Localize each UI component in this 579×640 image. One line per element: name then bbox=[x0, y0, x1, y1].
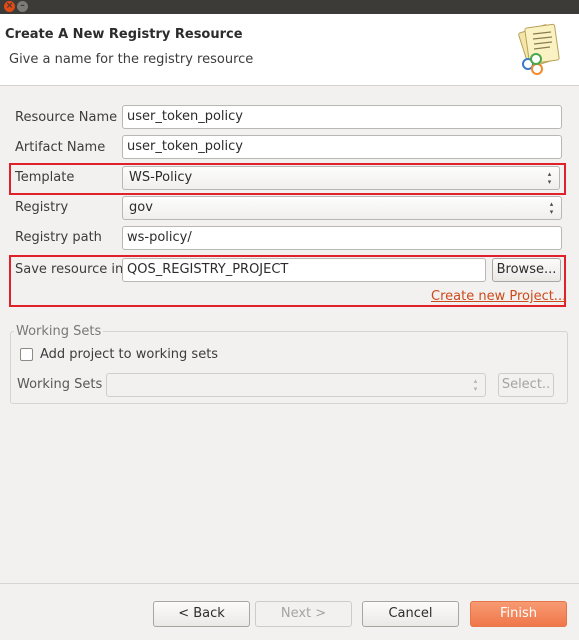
registry-path-label: Registry path bbox=[15, 230, 102, 245]
template-select[interactable]: WS-Policy ▴ ▾ bbox=[122, 166, 560, 190]
back-button[interactable]: < Back bbox=[153, 601, 250, 627]
select-working-sets-button[interactable]: Select.. bbox=[498, 373, 554, 397]
working-sets-group-title: Working Sets bbox=[14, 324, 104, 339]
page-description: Give a name for the registry resource bbox=[9, 52, 254, 67]
browse-button[interactable]: Browse... bbox=[492, 258, 561, 282]
working-sets-label: Working Sets bbox=[17, 377, 103, 392]
updown-arrows-icon: ▴ ▾ bbox=[547, 170, 552, 186]
page-title: Create A New Registry Resource bbox=[5, 27, 243, 42]
registry-path-input[interactable]: ws-policy/ bbox=[122, 226, 562, 250]
window-titlebar: × – bbox=[0, 0, 579, 14]
registry-select[interactable]: gov ▴ ▾ bbox=[122, 196, 562, 220]
updown-arrows-icon: ▴ ▾ bbox=[549, 200, 554, 216]
template-label: Template bbox=[15, 170, 75, 185]
working-sets-select[interactable]: ▴ ▾ bbox=[106, 373, 486, 397]
add-to-working-sets-label[interactable]: Add project to working sets bbox=[40, 347, 218, 362]
artifact-name-label: Artifact Name bbox=[15, 140, 106, 155]
footer-separator bbox=[0, 583, 579, 584]
template-selected-value: WS-Policy bbox=[129, 170, 193, 185]
close-icon: × bbox=[5, 1, 14, 11]
minimize-icon: – bbox=[20, 1, 25, 11]
add-to-working-sets-checkbox[interactable] bbox=[20, 348, 33, 361]
registry-label: Registry bbox=[15, 200, 69, 215]
cancel-button[interactable]: Cancel bbox=[362, 601, 459, 627]
close-window-button[interactable]: × bbox=[4, 1, 15, 12]
finish-button[interactable]: Finish bbox=[470, 601, 567, 627]
registry-resource-icon bbox=[518, 23, 560, 75]
create-new-project-link[interactable]: Create new Project... bbox=[431, 289, 566, 304]
wizard-header: Create A New Registry Resource Give a na… bbox=[0, 14, 579, 86]
minimize-window-button[interactable]: – bbox=[17, 1, 28, 12]
next-button[interactable]: Next > bbox=[255, 601, 352, 627]
registry-selected-value: gov bbox=[129, 200, 153, 215]
save-resource-label: Save resource in bbox=[15, 262, 124, 277]
resource-name-input[interactable]: user_token_policy bbox=[122, 105, 562, 129]
resource-name-label: Resource Name bbox=[15, 110, 118, 125]
artifact-name-input[interactable]: user_token_policy bbox=[122, 135, 562, 159]
save-resource-input[interactable]: QOS_REGISTRY_PROJECT bbox=[122, 258, 486, 282]
updown-arrows-icon: ▴ ▾ bbox=[473, 377, 478, 393]
